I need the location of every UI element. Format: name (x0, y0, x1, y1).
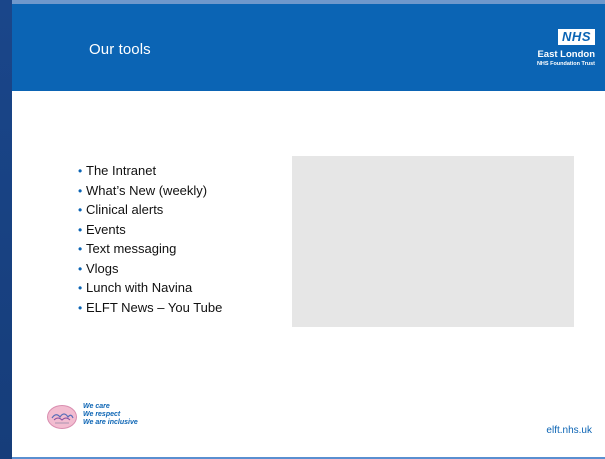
list-item: • Events (78, 220, 222, 240)
list-item: • The Intranet (78, 161, 222, 181)
value-respect: We respect (83, 411, 121, 418)
slide-title: Our tools (89, 41, 151, 58)
left-edge-strip (0, 0, 12, 459)
list-item: • ELFT News – You Tube (78, 298, 222, 318)
values-logo-icon (47, 405, 77, 429)
tool-label: Vlogs (86, 260, 119, 276)
bullet-icon: • (78, 183, 83, 198)
list-item: • What’s New (weekly) (78, 181, 222, 201)
bullet-icon: • (78, 222, 83, 237)
bullet-icon: • (78, 281, 83, 295)
list-item: • Clinical alerts (78, 200, 222, 220)
bullet-icon: • (78, 203, 83, 217)
organisation-name: East London (537, 49, 595, 60)
video-placeholder (292, 156, 574, 327)
tool-label: Events (86, 221, 126, 237)
organisation-subtitle: NHS Foundation Trust (536, 61, 595, 67)
value-inclusive: We are inclusive (83, 419, 138, 426)
nhs-badge: NHS (558, 29, 595, 45)
slide-header: Our tools NHS East London NHS Foundation… (12, 0, 605, 91)
website-url: elft.nhs.uk (546, 425, 592, 436)
tool-label: What’s New (weekly) (86, 182, 208, 198)
tool-label: Clinical alerts (86, 202, 164, 217)
values-emblem-icon (51, 413, 74, 424)
bullet-icon: • (78, 164, 83, 178)
bullet-icon: • (78, 261, 83, 276)
tool-label: Text messaging (86, 241, 177, 256)
tools-list: • The Intranet • What’s New (weekly) • Clin… (78, 161, 222, 317)
nhs-logo: NHS East London NHS Foundation Trust (537, 28, 595, 68)
tool-label: The Intranet (86, 163, 157, 178)
tool-label: Lunch with Navina (86, 280, 193, 295)
presentation-slide: Our tools NHS East London NHS Foundation… (12, 0, 605, 459)
tool-label: ELFT News – You Tube (86, 299, 223, 315)
bullet-icon: • (78, 300, 83, 315)
values-statement: We care We respect We are inclusive (83, 403, 138, 427)
value-care: We care (83, 403, 110, 410)
list-item: • Text messaging (78, 239, 222, 259)
bullet-icon: • (78, 242, 83, 256)
list-item: • Vlogs (78, 259, 222, 279)
list-item: • Lunch with Navina (78, 278, 222, 298)
